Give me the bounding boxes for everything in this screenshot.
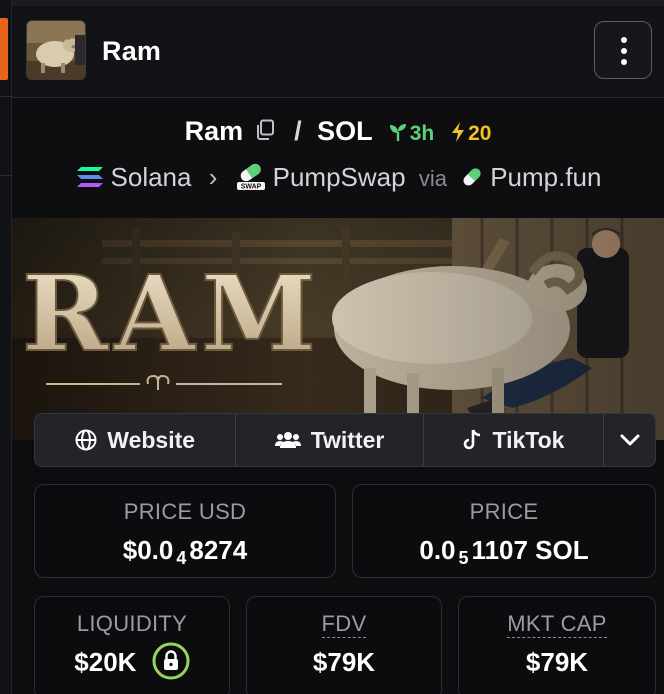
via-label: via	[418, 166, 447, 191]
liquidity-label: LIQUIDITY	[76, 611, 188, 636]
token-avatar	[26, 20, 86, 80]
website-label: Website	[107, 426, 196, 453]
website-link[interactable]: Website	[35, 414, 237, 466]
mkt-cap-card[interactable]: MKT CAP $79K	[458, 596, 656, 694]
token-panel: Ram Ram / SOL 3h 20 Solana › SWAP PumpSw…	[12, 0, 664, 694]
pumpswap-badge-text: SWAP	[240, 183, 261, 190]
pair-title: Ram / SOL 3h 20	[12, 116, 664, 147]
price-native-value: 0.0 5 1107 SOL	[419, 535, 589, 568]
tiktok-icon	[464, 429, 481, 450]
banner-title: RAM	[22, 252, 322, 375]
token-banner: RAM	[12, 218, 664, 440]
twitter-link[interactable]: Twitter	[236, 414, 424, 466]
liquidity-value: $20K	[74, 647, 137, 677]
lock-icon[interactable]	[152, 642, 190, 680]
solana-icon	[76, 166, 103, 187]
rail-divider	[0, 96, 12, 97]
lightning-icon	[452, 122, 465, 143]
price-native-label: PRICE	[469, 499, 539, 524]
globe-icon	[75, 429, 97, 451]
pair-base: Ram	[184, 116, 244, 146]
pill-icon	[463, 168, 481, 186]
price-usd-value: $0.0 4 8274	[122, 535, 248, 568]
token-header: Ram	[12, 6, 664, 98]
tiktok-link[interactable]: TikTok	[424, 414, 605, 466]
copy-icon[interactable]	[255, 119, 275, 141]
mkt-cap-value: $79K	[525, 647, 589, 677]
social-links: Website Twitter TikTok	[34, 413, 656, 467]
more-links-button[interactable]	[604, 414, 655, 466]
pair-info: Ram / SOL 3h 20 Solana › SWAP PumpSwap v…	[12, 98, 664, 218]
pair-age-value: 3h	[409, 122, 435, 145]
pair-age: 3h	[388, 122, 440, 145]
launchpad-name[interactable]: Pump.fun	[490, 162, 601, 192]
boost-count: 20	[468, 122, 492, 145]
chevron-right-icon: ›	[208, 162, 218, 192]
pumpswap-icon: SWAP	[236, 163, 265, 190]
tiktok-label: TikTok	[492, 426, 565, 453]
price-native-card: PRICE 0.0 5 1107 SOL	[352, 484, 656, 578]
fdv-card[interactable]: FDV $79K	[246, 596, 442, 694]
route-line: Solana › SWAP PumpSwap via Pump.fun	[12, 162, 664, 193]
price-usd-label: PRICE USD	[123, 499, 247, 524]
chevron-down-icon	[620, 434, 640, 446]
liquidity-card: LIQUIDITY $20K	[34, 596, 230, 694]
fdv-label: FDV	[321, 611, 367, 638]
twitter-label: Twitter	[310, 426, 385, 453]
pair-quote: SOL	[317, 116, 373, 146]
boost-badge[interactable]: 20	[450, 122, 491, 145]
pair-separator: /	[294, 116, 302, 146]
seedling-icon	[389, 124, 406, 142]
chain-name[interactable]: Solana	[111, 162, 192, 192]
dex-name[interactable]: PumpSwap	[273, 162, 406, 192]
price-usd-card: PRICE USD $0.0 4 8274	[34, 484, 336, 578]
fdv-value: $79K	[312, 647, 376, 677]
kebab-menu-icon[interactable]	[594, 21, 652, 79]
rail-divider	[0, 175, 12, 176]
active-indicator	[0, 18, 8, 80]
left-rail	[0, 0, 12, 694]
liquidity-value-row: $20K	[35, 642, 229, 680]
mkt-cap-label: MKT CAP	[507, 611, 607, 638]
token-title: Ram	[102, 36, 162, 66]
users-icon	[274, 432, 301, 448]
